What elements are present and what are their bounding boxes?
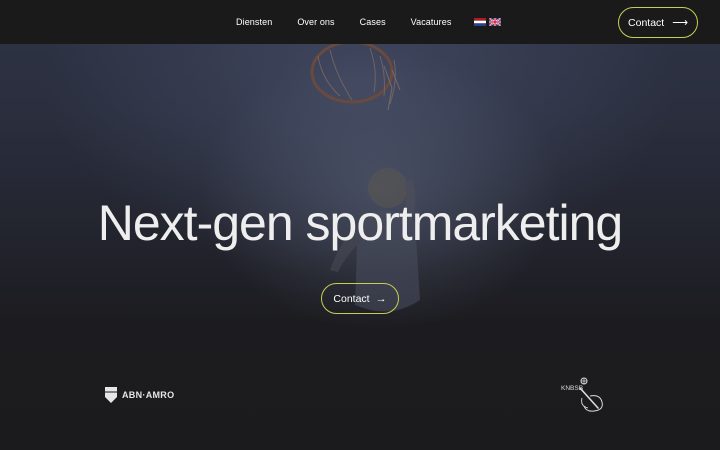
nav-link-vacatures[interactable]: Vacatures xyxy=(411,17,452,27)
arrow-right-icon: ⟶ xyxy=(672,17,688,29)
nav-link-over-ons[interactable]: Over ons xyxy=(297,17,334,27)
nav-contact-label: Contact xyxy=(628,16,665,29)
nav-link-diensten[interactable]: Diensten xyxy=(236,17,272,27)
main-nav: Diensten Over ons Cases Vacatures xyxy=(236,0,502,44)
hero-contact-button[interactable]: Contact → xyxy=(321,283,399,314)
top-navbar: Diensten Over ons Cases Vacatures Contac… xyxy=(0,0,720,44)
abn-amro-logo: ABN·AMRO xyxy=(105,386,174,404)
language-switcher xyxy=(474,18,502,26)
nav-link-cases[interactable]: Cases xyxy=(360,17,386,27)
abn-shield-icon xyxy=(105,387,117,403)
abn-amro-wordmark: ABN·AMRO xyxy=(122,390,175,400)
hero-contact-label: Contact xyxy=(333,292,370,305)
hoop-graphic xyxy=(310,40,401,111)
nl-flag-icon[interactable] xyxy=(474,18,487,26)
nav-contact-button[interactable]: Contact ⟶ xyxy=(618,7,698,38)
uk-flag-icon[interactable] xyxy=(489,18,502,26)
arrow-right-icon: → xyxy=(375,292,387,305)
knbsb-logo: KNBSB xyxy=(561,377,603,412)
hero-headline: Next-gen sportmarketing xyxy=(97,195,623,251)
